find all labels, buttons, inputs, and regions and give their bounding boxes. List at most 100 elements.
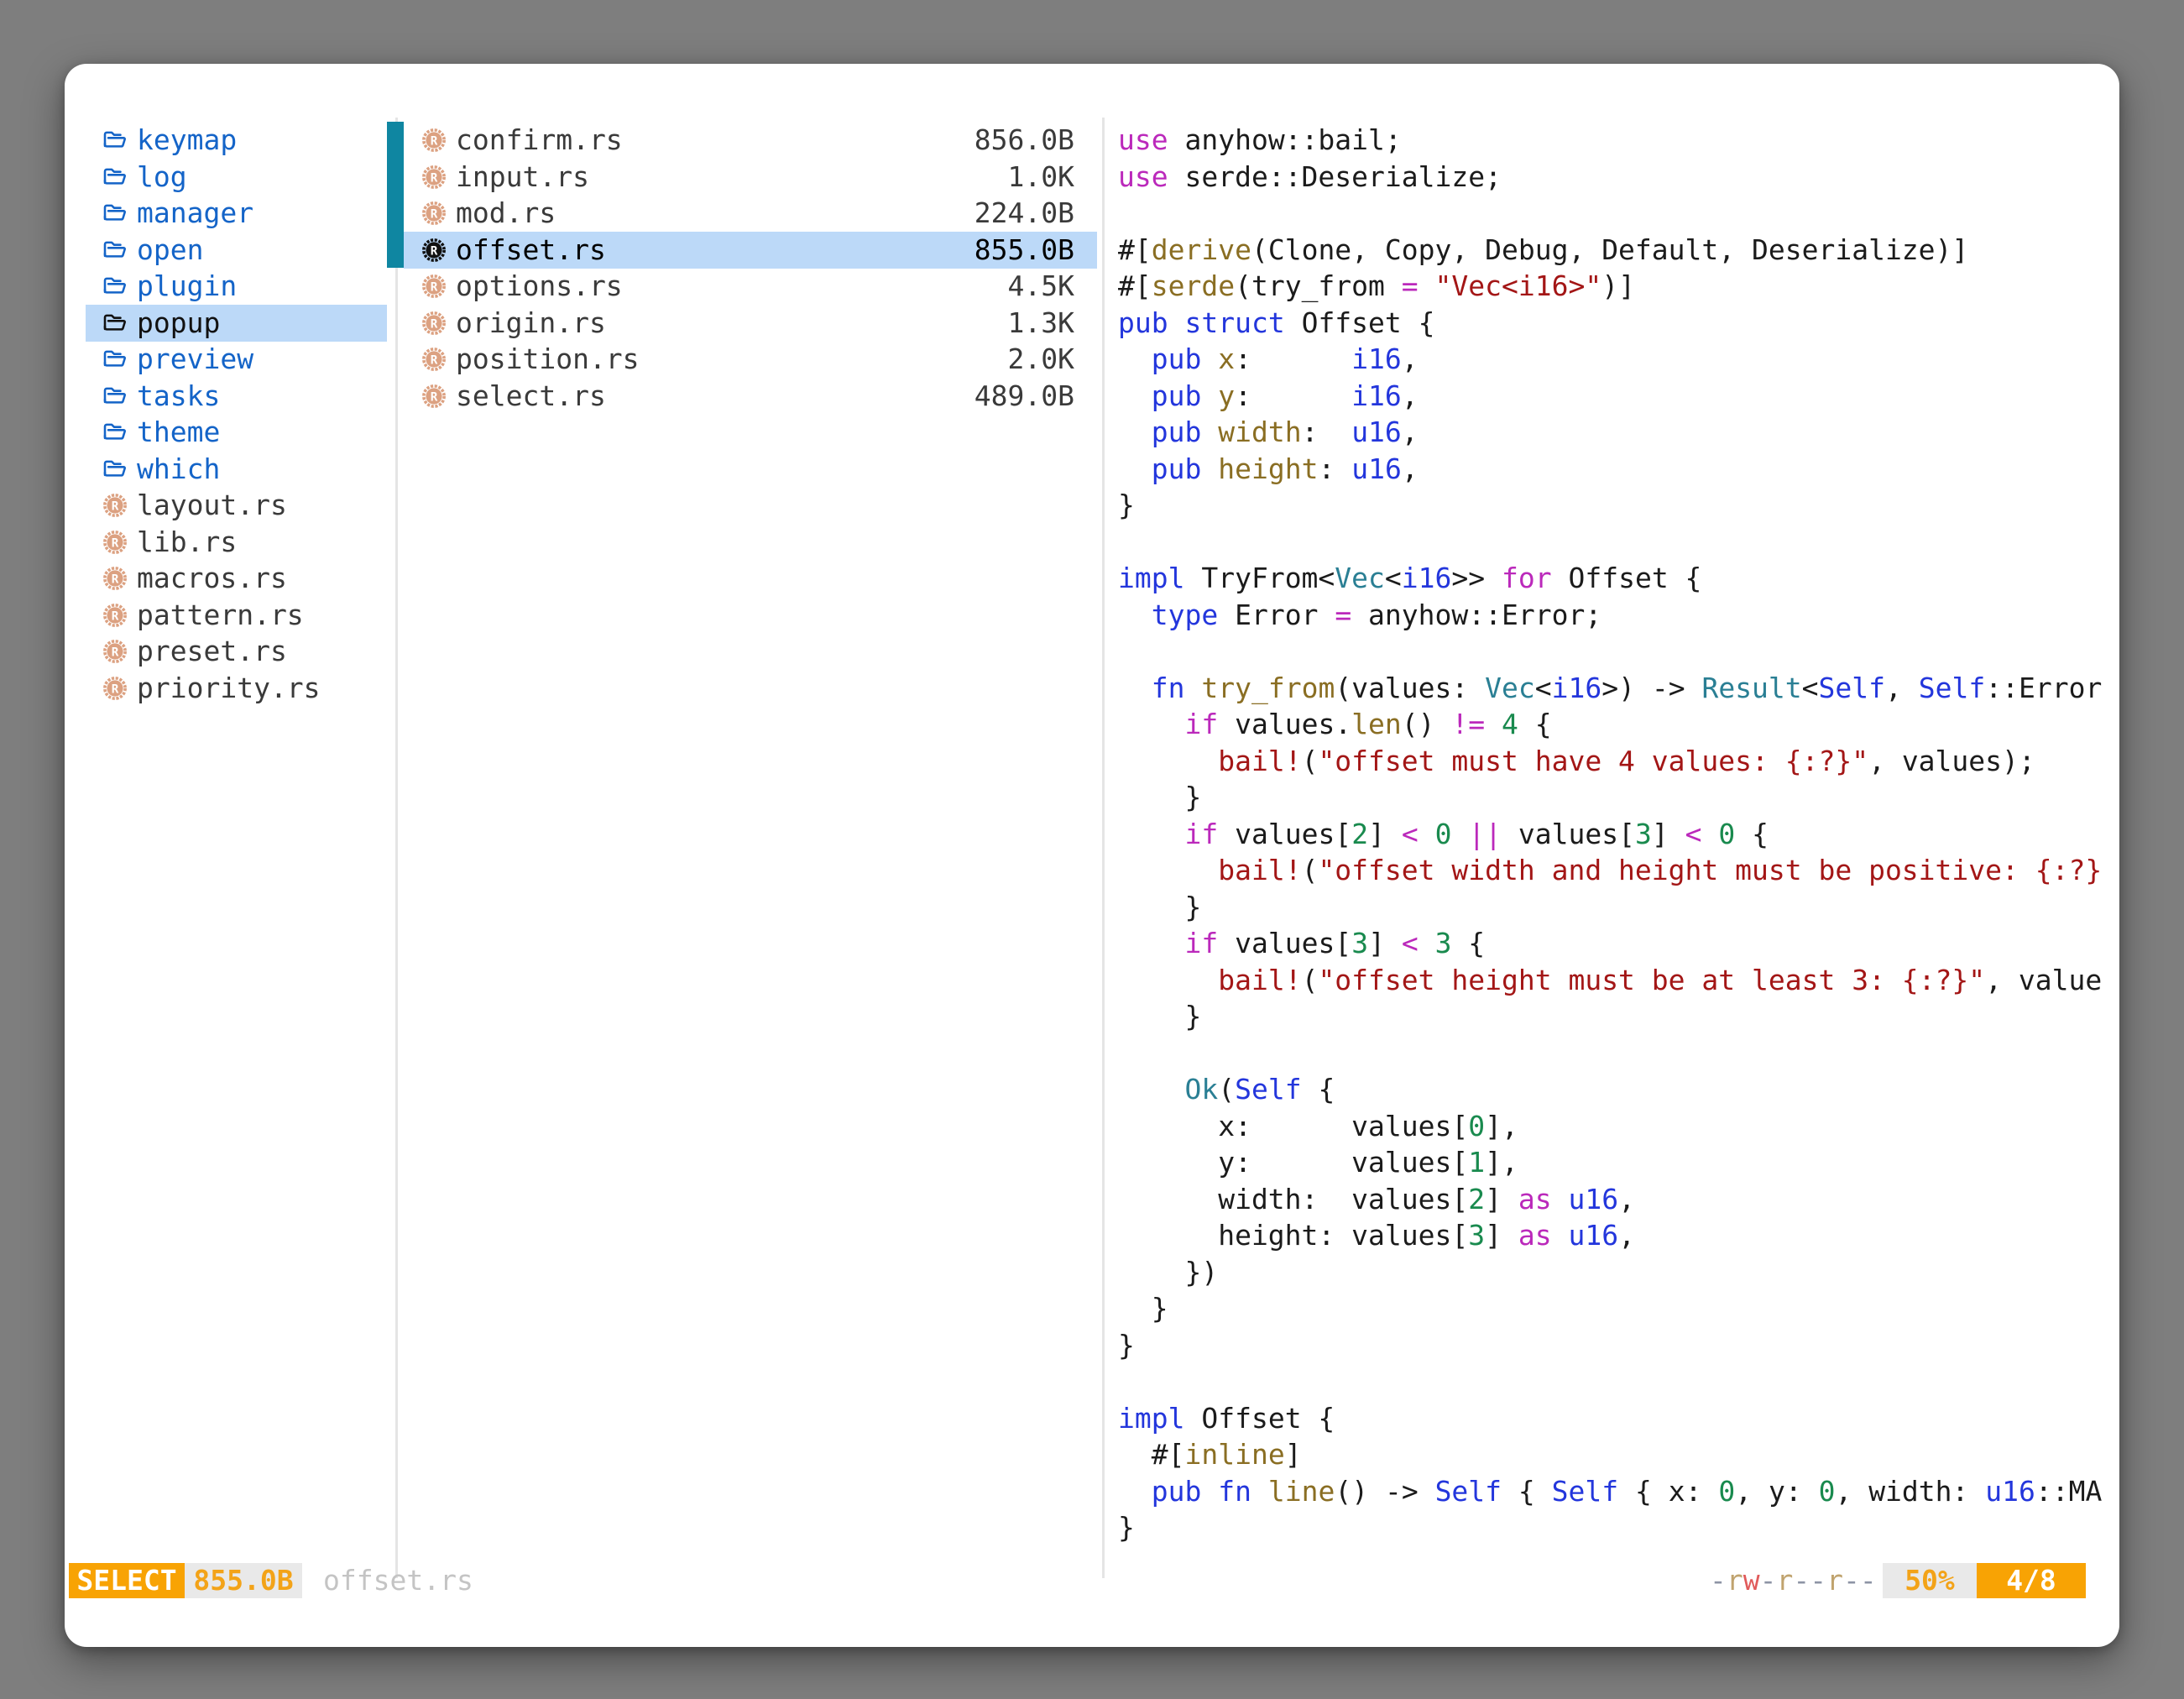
code-line: #[derive(Clone, Copy, Debug, Default, De…	[1118, 232, 2119, 269]
file-row-options-rs[interactable]: Roptions.rs 4.5K	[404, 268, 1097, 305]
rust-icon: R	[102, 676, 128, 701]
sidebar-item-label: lib.rs	[137, 524, 237, 561]
sidebar-item-popup[interactable]: popup	[86, 305, 387, 342]
sidebar-item-which[interactable]: which	[86, 451, 387, 488]
svg-text:R: R	[431, 244, 438, 258]
code-line: })	[1118, 1254, 2119, 1291]
svg-text:R: R	[431, 353, 438, 367]
file-row-position-rs[interactable]: Rposition.rs2.0K	[404, 341, 1097, 378]
sidebar-item-label: tasks	[137, 378, 220, 415]
sidebar-item-macros-rs[interactable]: Rmacros.rs	[86, 560, 387, 597]
file-size: 856.0B	[974, 122, 1074, 159]
sidebar-item-label: priority.rs	[137, 670, 321, 707]
pane-separator-right	[1102, 118, 1105, 1578]
code-line: }	[1118, 1509, 2119, 1546]
code-line: }	[1118, 1327, 2119, 1364]
sidebar-item-lib-rs[interactable]: Rlib.rs	[86, 524, 387, 561]
sidebar-item-preview[interactable]: preview	[86, 341, 387, 378]
sidebar-item-label: macros.rs	[137, 560, 287, 597]
sidebar-item-label: popup	[137, 305, 220, 342]
folder-open-icon	[102, 165, 128, 190]
sidebar-item-label: preview	[137, 341, 253, 378]
svg-text:R: R	[112, 646, 119, 659]
file-size: 224.0B	[974, 195, 1074, 232]
file-size: 2.0K	[1008, 341, 1074, 378]
file-row-input-rs[interactable]: Rinput.rs1.0K	[404, 159, 1097, 196]
svg-text:R: R	[431, 390, 438, 404]
code-line: }	[1118, 1290, 2119, 1327]
code-line: #[inline]	[1118, 1436, 2119, 1473]
sidebar-item-preset-rs[interactable]: Rpreset.rs	[86, 633, 387, 670]
hovered-file-name: offset.rs	[323, 1563, 743, 1598]
code-line: bail!("offset width and height must be p…	[1118, 852, 2119, 889]
rust-icon: R	[421, 128, 447, 153]
folder-open-icon	[102, 457, 128, 482]
sidebar-item-open[interactable]: open	[86, 232, 387, 269]
cursor-position-badge: 4/8	[1977, 1563, 2086, 1598]
folder-open-icon	[102, 347, 128, 372]
sidebar-item-keymap[interactable]: keymap	[86, 122, 387, 159]
code-line	[1118, 195, 2119, 232]
sidebar-item-theme[interactable]: theme	[86, 414, 387, 451]
sidebar-item-plugin[interactable]: plugin	[86, 268, 387, 305]
code-line: if values.len() != 4 {	[1118, 706, 2119, 743]
sidebar-item-label: layout.rs	[137, 487, 287, 524]
rust-icon: R	[102, 493, 128, 518]
pane-separator-left	[395, 118, 398, 1578]
svg-text:R: R	[112, 609, 119, 623]
svg-text:R: R	[112, 499, 119, 513]
file-name: select.rs	[456, 378, 606, 415]
sidebar-item-label: plugin	[137, 268, 237, 305]
sidebar-item-tasks[interactable]: tasks	[86, 378, 387, 415]
svg-text:R: R	[431, 317, 438, 331]
code-line: }	[1118, 889, 2119, 926]
rust-icon: R	[421, 347, 447, 372]
scroll-percent-badge: 50%	[1883, 1563, 1977, 1598]
code-line: }	[1118, 998, 2119, 1035]
mode-badge: SELECT	[69, 1563, 185, 1598]
file-row-offset-rs[interactable]: Roffset.rs855.0B	[404, 232, 1097, 269]
folder-open-icon	[102, 420, 128, 445]
file-row-select-rs[interactable]: Rselect.rs489.0B	[404, 378, 1097, 415]
scroll-indicator	[387, 122, 404, 268]
rust-icon: R	[421, 165, 447, 190]
code-line	[1118, 1363, 2119, 1400]
code-line: }	[1118, 487, 2119, 524]
file-name: options.rs	[456, 268, 623, 305]
code-line: pub struct Offset {	[1118, 305, 2119, 342]
sidebar-item-label: open	[137, 232, 203, 269]
svg-text:R: R	[431, 280, 438, 294]
folder-open-icon	[102, 201, 128, 226]
code-line: use anyhow::bail;	[1118, 122, 2119, 159]
code-line: pub fn line() -> Self { Self { x: 0, y: …	[1118, 1473, 2119, 1510]
folder-open-icon	[102, 311, 128, 336]
code-line: use serde::Deserialize;	[1118, 159, 2119, 196]
file-size-badge: 855.0B	[185, 1563, 302, 1598]
file-row-confirm-rs[interactable]: Rconfirm.rs 856.0B	[404, 122, 1097, 159]
sidebar-item-label: pattern.rs	[137, 597, 304, 634]
file-name: confirm.rs	[456, 122, 623, 159]
rust-icon: R	[421, 274, 447, 299]
sidebar-item-label: theme	[137, 414, 220, 451]
svg-text:R: R	[431, 134, 438, 148]
file-size: 1.3K	[1008, 305, 1074, 342]
file-row-mod-rs[interactable]: Rmod.rs224.0B	[404, 195, 1097, 232]
sidebar-item-manager[interactable]: manager	[86, 195, 387, 232]
sidebar-item-priority-rs[interactable]: Rpriority.rs	[86, 670, 387, 707]
file-row-origin-rs[interactable]: Rorigin.rs1.3K	[404, 305, 1097, 342]
sidebar-item-log[interactable]: log	[86, 159, 387, 196]
code-line: width: values[2] as u16,	[1118, 1181, 2119, 1218]
sidebar-item-layout-rs[interactable]: Rlayout.rs	[86, 487, 387, 524]
code-line	[1118, 1035, 2119, 1072]
rust-icon: R	[102, 639, 128, 664]
code-line: if values[2] < 0 || values[3] < 0 {	[1118, 816, 2119, 853]
svg-text:R: R	[431, 207, 438, 221]
svg-text:R: R	[112, 572, 119, 586]
code-line: pub y: i16,	[1118, 378, 2119, 415]
sidebar-item-pattern-rs[interactable]: Rpattern.rs	[86, 597, 387, 634]
file-name: input.rs	[456, 159, 589, 196]
file-size: 4.5K	[1008, 268, 1074, 305]
folder-open-icon	[102, 238, 128, 263]
permissions-text: -rw-r--r--	[1710, 1563, 1886, 1598]
code-line: bail!("offset must have 4 values: {:?}",…	[1118, 743, 2119, 780]
